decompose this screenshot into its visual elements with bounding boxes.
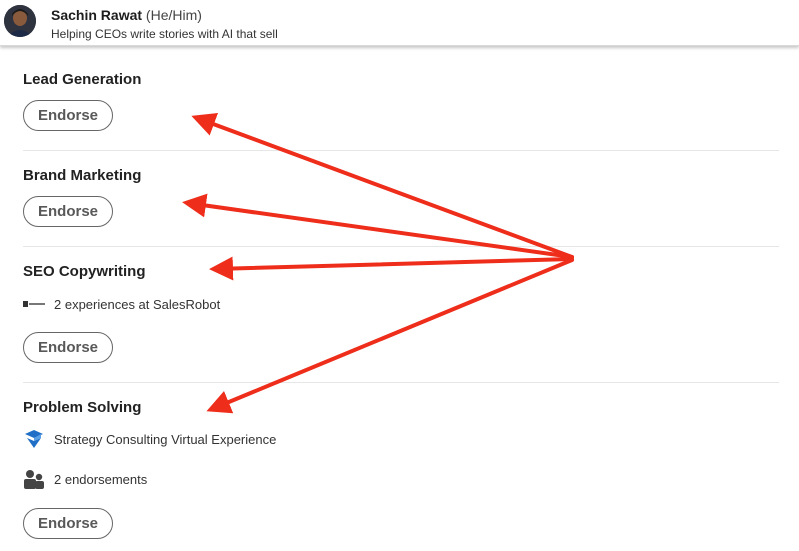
endorse-button-seo-copywriting[interactable]: Endorse <box>23 332 113 363</box>
annotation-arrow <box>206 258 574 414</box>
profile-header: Sachin Rawat (He/Him) Helping CEOs write… <box>0 0 799 46</box>
annotation-arrow <box>209 256 574 281</box>
skill-experience-text: Strategy Consulting Virtual Experience <box>54 431 277 447</box>
profile-headline: Helping CEOs write stories with AI that … <box>51 27 278 41</box>
skill-name-brand-marketing: Brand Marketing <box>23 167 142 184</box>
avatar[interactable] <box>4 5 36 37</box>
endorse-button-lead-generation[interactable]: Endorse <box>23 100 113 131</box>
divider <box>23 246 779 247</box>
annotation-arrow <box>182 193 574 259</box>
skill-experience-seo-copywriting[interactable]: 2 experiences at SalesRobot <box>23 294 220 314</box>
divider <box>23 150 779 151</box>
skill-endorsements-text: 2 endorsements <box>54 471 148 487</box>
endorse-button-brand-marketing[interactable]: Endorse <box>23 196 113 227</box>
salesrobot-logo-icon <box>23 294 45 314</box>
profile-name-text: Sachin Rawat <box>51 7 143 23</box>
divider <box>23 382 779 383</box>
skill-name-lead-generation: Lead Generation <box>23 71 142 88</box>
skill-experience-problem-solving[interactable]: Strategy Consulting Virtual Experience <box>23 429 276 449</box>
annotation-arrow <box>191 113 574 259</box>
endorse-button-problem-solving[interactable]: Endorse <box>23 508 113 539</box>
skill-name-problem-solving: Problem Solving <box>23 399 142 416</box>
strategy-consulting-logo-icon <box>23 429 45 449</box>
skill-experience-text: 2 experiences at SalesRobot <box>54 296 221 312</box>
skill-endorsements-problem-solving[interactable]: 2 endorsements <box>23 469 147 489</box>
people-icon <box>23 469 45 489</box>
profile-pronouns: (He/Him) <box>145 7 202 23</box>
skill-name-seo-copywriting: SEO Copywriting <box>23 263 146 280</box>
profile-name[interactable]: Sachin Rawat (He/Him) <box>51 7 202 23</box>
